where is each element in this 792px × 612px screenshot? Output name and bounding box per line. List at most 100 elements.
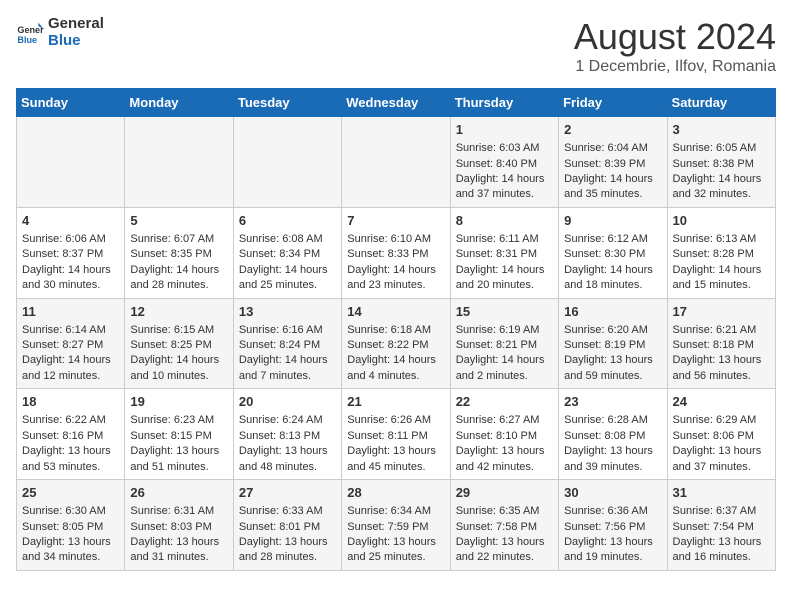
day-number: 27	[239, 484, 336, 502]
daylight-hours-label: Daylight: 14 hours and 15 minutes.	[673, 264, 762, 291]
day-number: 16	[564, 303, 661, 321]
day-number: 22	[456, 393, 553, 411]
sunrise-text: Sunrise: 6:34 AM	[347, 505, 431, 517]
sunrise-text: Sunrise: 6:29 AM	[673, 414, 757, 426]
calendar-week-row: 11Sunrise: 6:14 AMSunset: 8:27 PMDayligh…	[17, 298, 776, 389]
day-number: 12	[130, 303, 227, 321]
sunrise-text: Sunrise: 6:10 AM	[347, 233, 431, 245]
daylight-hours-label: Daylight: 13 hours and 59 minutes.	[564, 354, 653, 381]
daylight-hours-label: Daylight: 13 hours and 42 minutes.	[456, 445, 545, 472]
logo: General Blue General Blue	[16, 16, 104, 49]
calendar-cell: 13Sunrise: 6:16 AMSunset: 8:24 PMDayligh…	[233, 298, 341, 389]
logo-icon: General Blue	[16, 19, 44, 47]
daylight-hours-label: Daylight: 14 hours and 7 minutes.	[239, 354, 328, 381]
day-of-week-header: Tuesday	[233, 89, 341, 117]
calendar-cell: 21Sunrise: 6:26 AMSunset: 8:11 PMDayligh…	[342, 389, 450, 480]
sunrise-text: Sunrise: 6:05 AM	[673, 142, 757, 154]
sunrise-text: Sunrise: 6:18 AM	[347, 324, 431, 336]
sunset-text: Sunset: 8:35 PM	[130, 248, 211, 260]
calendar-cell: 10Sunrise: 6:13 AMSunset: 8:28 PMDayligh…	[667, 207, 775, 298]
sunrise-text: Sunrise: 6:21 AM	[673, 324, 757, 336]
calendar-cell: 15Sunrise: 6:19 AMSunset: 8:21 PMDayligh…	[450, 298, 558, 389]
calendar-cell: 6Sunrise: 6:08 AMSunset: 8:34 PMDaylight…	[233, 207, 341, 298]
sunrise-text: Sunrise: 6:07 AM	[130, 233, 214, 245]
sunset-text: Sunset: 8:10 PM	[456, 430, 537, 442]
calendar-cell: 12Sunrise: 6:15 AMSunset: 8:25 PMDayligh…	[125, 298, 233, 389]
calendar-cell: 2Sunrise: 6:04 AMSunset: 8:39 PMDaylight…	[559, 117, 667, 208]
sunset-text: Sunset: 8:05 PM	[22, 521, 103, 533]
sunset-text: Sunset: 8:15 PM	[130, 430, 211, 442]
day-number: 21	[347, 393, 444, 411]
sunset-text: Sunset: 8:01 PM	[239, 521, 320, 533]
sunset-text: Sunset: 7:58 PM	[456, 521, 537, 533]
daylight-hours-label: Daylight: 13 hours and 37 minutes.	[673, 445, 762, 472]
day-of-week-header: Friday	[559, 89, 667, 117]
calendar-cell	[342, 117, 450, 208]
sunrise-text: Sunrise: 6:37 AM	[673, 505, 757, 517]
day-number: 1	[456, 121, 553, 139]
sunset-text: Sunset: 8:18 PM	[673, 339, 754, 351]
sunset-text: Sunset: 8:08 PM	[564, 430, 645, 442]
day-number: 20	[239, 393, 336, 411]
sunrise-text: Sunrise: 6:36 AM	[564, 505, 648, 517]
sunrise-text: Sunrise: 6:12 AM	[564, 233, 648, 245]
sunset-text: Sunset: 7:54 PM	[673, 521, 754, 533]
daylight-hours-label: Daylight: 13 hours and 28 minutes.	[239, 536, 328, 563]
daylight-hours-label: Daylight: 13 hours and 31 minutes.	[130, 536, 219, 563]
sunset-text: Sunset: 8:21 PM	[456, 339, 537, 351]
title-block: August 2024 1 Decembrie, Ilfov, Romania	[574, 16, 776, 76]
daylight-hours-label: Daylight: 14 hours and 23 minutes.	[347, 264, 436, 291]
page-header: General Blue General Blue August 2024 1 …	[16, 16, 776, 76]
day-number: 2	[564, 121, 661, 139]
daylight-hours-label: Daylight: 13 hours and 56 minutes.	[673, 354, 762, 381]
daylight-hours-label: Daylight: 14 hours and 32 minutes.	[673, 173, 762, 200]
day-of-week-header: Monday	[125, 89, 233, 117]
day-number: 13	[239, 303, 336, 321]
calendar-cell	[17, 117, 125, 208]
calendar-cell: 27Sunrise: 6:33 AMSunset: 8:01 PMDayligh…	[233, 480, 341, 571]
svg-text:Blue: Blue	[17, 34, 37, 44]
calendar-cell: 31Sunrise: 6:37 AMSunset: 7:54 PMDayligh…	[667, 480, 775, 571]
calendar-cell: 30Sunrise: 6:36 AMSunset: 7:56 PMDayligh…	[559, 480, 667, 571]
daylight-hours-label: Daylight: 14 hours and 10 minutes.	[130, 354, 219, 381]
day-number: 17	[673, 303, 770, 321]
sunset-text: Sunset: 8:37 PM	[22, 248, 103, 260]
daylight-hours-label: Daylight: 13 hours and 16 minutes.	[673, 536, 762, 563]
sunset-text: Sunset: 8:19 PM	[564, 339, 645, 351]
day-number: 11	[22, 303, 119, 321]
sunset-text: Sunset: 8:25 PM	[130, 339, 211, 351]
daylight-hours-label: Daylight: 14 hours and 12 minutes.	[22, 354, 111, 381]
calendar-cell: 1Sunrise: 6:03 AMSunset: 8:40 PMDaylight…	[450, 117, 558, 208]
day-number: 9	[564, 212, 661, 230]
daylight-hours-label: Daylight: 13 hours and 34 minutes.	[22, 536, 111, 563]
calendar-cell: 29Sunrise: 6:35 AMSunset: 7:58 PMDayligh…	[450, 480, 558, 571]
sunrise-text: Sunrise: 6:16 AM	[239, 324, 323, 336]
calendar-cell: 14Sunrise: 6:18 AMSunset: 8:22 PMDayligh…	[342, 298, 450, 389]
day-number: 10	[673, 212, 770, 230]
day-number: 26	[130, 484, 227, 502]
sunrise-text: Sunrise: 6:19 AM	[456, 324, 540, 336]
daylight-hours-label: Daylight: 14 hours and 37 minutes.	[456, 173, 545, 200]
sunrise-text: Sunrise: 6:14 AM	[22, 324, 106, 336]
calendar-cell: 25Sunrise: 6:30 AMSunset: 8:05 PMDayligh…	[17, 480, 125, 571]
day-of-week-header: Thursday	[450, 89, 558, 117]
day-number: 18	[22, 393, 119, 411]
day-number: 7	[347, 212, 444, 230]
sunset-text: Sunset: 8:39 PM	[564, 158, 645, 170]
calendar-cell: 24Sunrise: 6:29 AMSunset: 8:06 PMDayligh…	[667, 389, 775, 480]
calendar-table: SundayMondayTuesdayWednesdayThursdayFrid…	[16, 88, 776, 571]
sunrise-text: Sunrise: 6:08 AM	[239, 233, 323, 245]
calendar-header-row: SundayMondayTuesdayWednesdayThursdayFrid…	[17, 89, 776, 117]
calendar-cell: 5Sunrise: 6:07 AMSunset: 8:35 PMDaylight…	[125, 207, 233, 298]
daylight-hours-label: Daylight: 13 hours and 39 minutes.	[564, 445, 653, 472]
calendar-week-row: 4Sunrise: 6:06 AMSunset: 8:37 PMDaylight…	[17, 207, 776, 298]
sunrise-text: Sunrise: 6:11 AM	[456, 233, 539, 245]
calendar-cell: 3Sunrise: 6:05 AMSunset: 8:38 PMDaylight…	[667, 117, 775, 208]
daylight-hours-label: Daylight: 14 hours and 4 minutes.	[347, 354, 436, 381]
day-of-week-header: Wednesday	[342, 89, 450, 117]
sunrise-text: Sunrise: 6:26 AM	[347, 414, 431, 426]
calendar-cell: 9Sunrise: 6:12 AMSunset: 8:30 PMDaylight…	[559, 207, 667, 298]
sunset-text: Sunset: 8:03 PM	[130, 521, 211, 533]
sunset-text: Sunset: 8:31 PM	[456, 248, 537, 260]
calendar-cell: 18Sunrise: 6:22 AMSunset: 8:16 PMDayligh…	[17, 389, 125, 480]
